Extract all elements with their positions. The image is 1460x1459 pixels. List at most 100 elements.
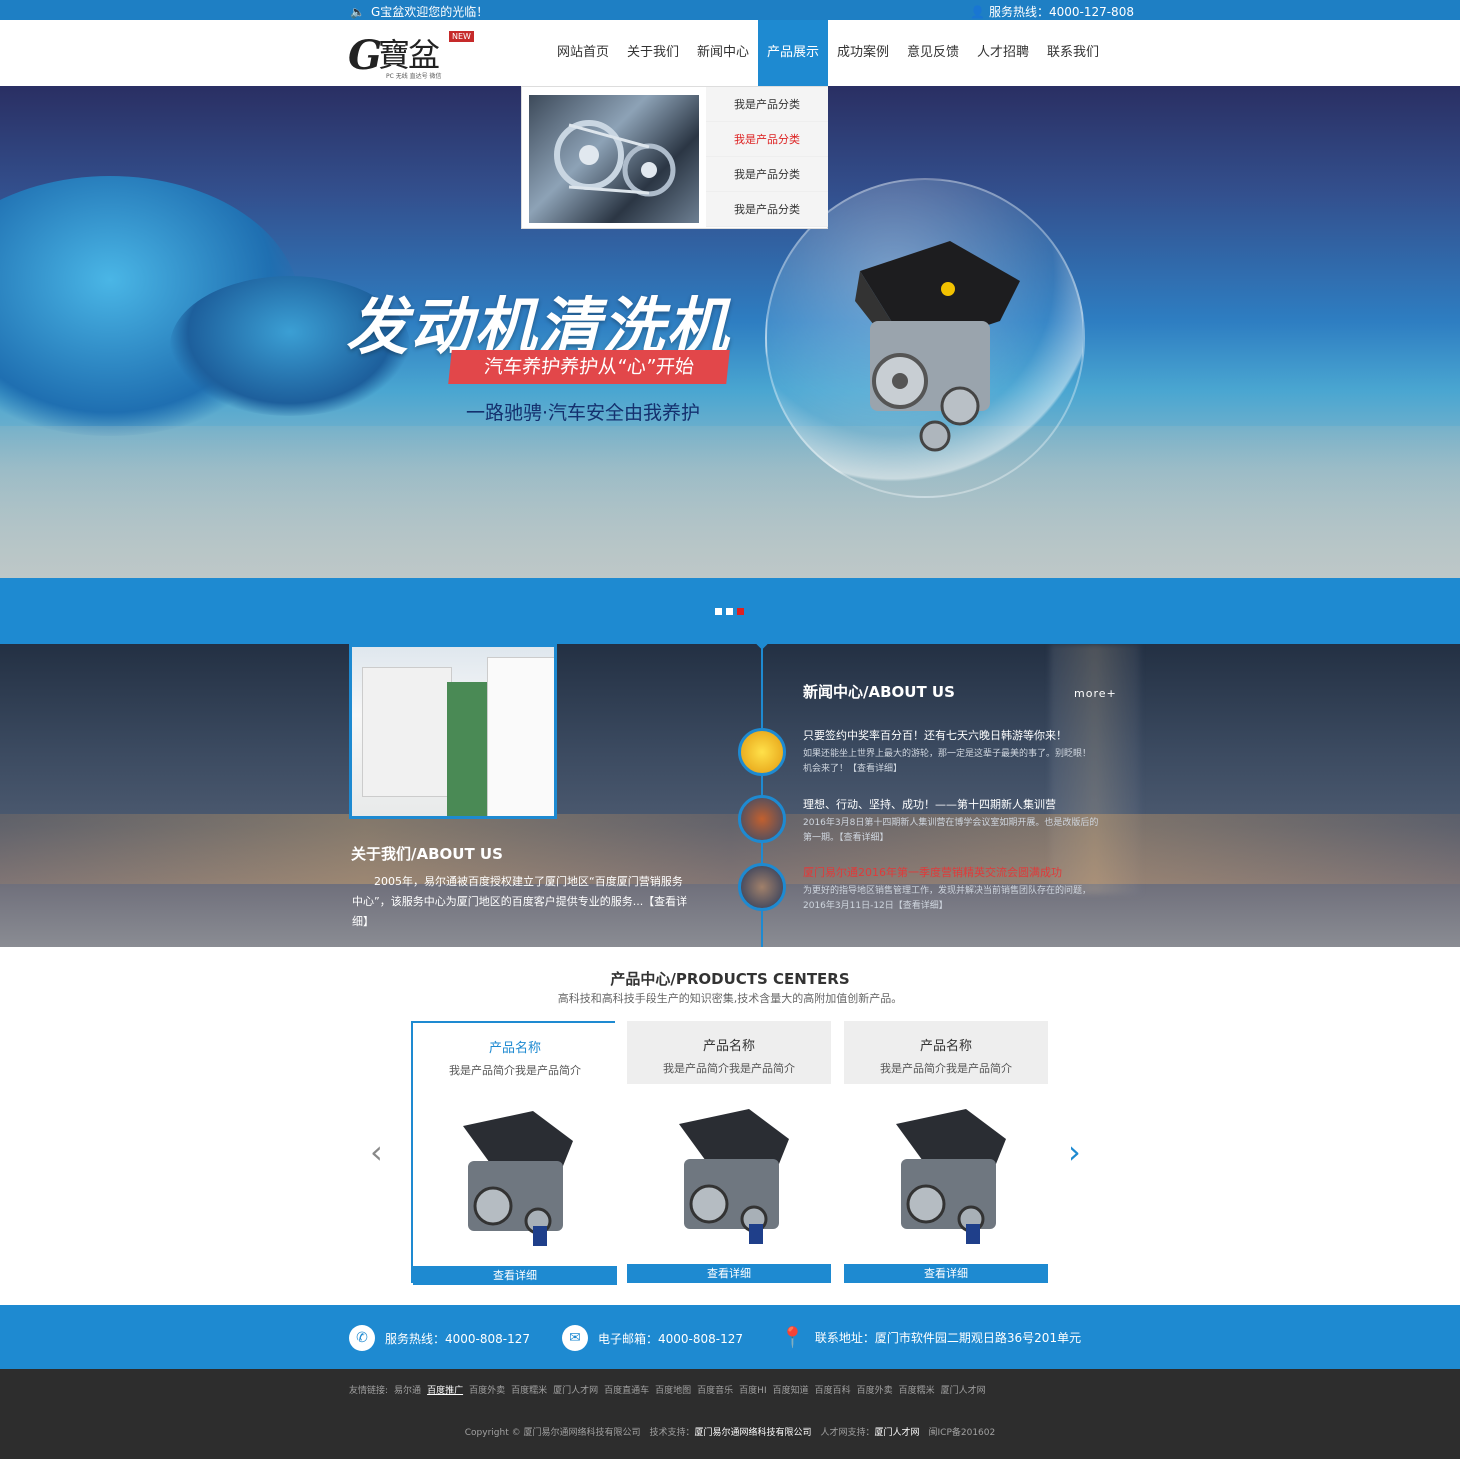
dropdown-list: 我是产品分类 我是产品分类 我是产品分类 我是产品分类	[706, 87, 828, 227]
view-detail-button[interactable]: 查看详细	[413, 1266, 617, 1285]
hotline-text: 服务热线：4000-127-808	[988, 5, 1134, 19]
user-icon: 👤	[970, 4, 985, 19]
product-card[interactable]: 产品名称 我是产品简介我是产品简介 查看详细	[844, 1021, 1048, 1283]
friend-link[interactable]: 百度外卖	[469, 1383, 505, 1396]
friend-link[interactable]: 百度推广	[427, 1383, 463, 1396]
icp-text: 闽ICP备201602	[919, 1428, 996, 1438]
contact-phone-text: 服务热线：4000-808-127	[385, 1331, 531, 1346]
news-item-title[interactable]: 只要签约中奖率百分百！还有七天六晚日韩游等你来！	[803, 727, 1067, 743]
slider-dot[interactable]	[726, 608, 733, 615]
friend-link[interactable]: 百度糯米	[511, 1383, 547, 1396]
top-bar: 🔈 G宝盆欢迎您的光临！ 👤 服务热线：4000-127-808	[0, 0, 1460, 20]
friend-link[interactable]: 厦门人才网	[941, 1383, 986, 1396]
city-lights-decoration	[0, 814, 1460, 884]
friend-links: 友情链接: 易尔通 百度推广 百度外卖 百度糯米 厦门人才网 百度直通车 百度地…	[349, 1383, 986, 1396]
product-card[interactable]: 产品名称 我是产品简介我是产品简介 查看详细	[627, 1021, 831, 1283]
engine-image	[855, 241, 1020, 452]
about-title: 关于我们/ABOUT US	[351, 845, 503, 863]
dropdown-engine-image	[529, 95, 699, 223]
about-building-image[interactable]	[349, 644, 557, 819]
hotline-area: 👤 服务热线：4000-127-808	[970, 3, 1134, 20]
chevron-right-icon[interactable]: ›	[1068, 1136, 1081, 1168]
engine-icon	[679, 1109, 789, 1244]
dropdown-item[interactable]: 我是产品分类	[706, 87, 828, 122]
building-block	[487, 657, 554, 816]
banner-ribbon: 汽车养护养护从“心”开始	[448, 350, 730, 384]
friend-link[interactable]: 百度音乐	[697, 1383, 733, 1396]
chevron-left-icon[interactable]: ‹	[370, 1136, 383, 1168]
news-thumb[interactable]	[738, 728, 786, 776]
talent-link[interactable]: 厦门人才网	[874, 1428, 919, 1438]
building-block	[362, 667, 452, 797]
news-item-desc: 2016年3月8日第十四期新人集训营在博学会议室如期开展。也是改版后的第一期。【…	[803, 818, 1099, 843]
copyright-mid: 人才网支持：	[811, 1428, 875, 1438]
nav-news[interactable]: 新闻中心	[688, 20, 758, 86]
contact-email-text: 电子邮箱：4000-808-127	[598, 1331, 744, 1346]
friend-links-label: 友情链接:	[349, 1386, 389, 1396]
phone-icon: ✆	[349, 1325, 375, 1351]
dropdown-item[interactable]: 我是产品分类	[706, 122, 828, 157]
nav-contact[interactable]: 联系我们	[1038, 20, 1108, 86]
friend-link[interactable]: 百度直通车	[604, 1383, 649, 1396]
logo-subtitle: PC 无线 直达号 微信	[386, 73, 442, 80]
product-image[interactable]	[627, 1084, 831, 1264]
banner-slogan: 一路驰骋·汽车安全由我养护	[466, 402, 701, 424]
location-pin-icon: 📍	[780, 1325, 805, 1349]
contact-email: ✉ 电子邮箱：4000-808-127	[562, 1325, 743, 1351]
slider-indicator-bar	[0, 578, 1460, 644]
product-image[interactable]	[844, 1084, 1048, 1264]
contact-phone: ✆ 服务热线：4000-808-127	[349, 1325, 530, 1351]
product-card-head: 产品名称 我是产品简介我是产品简介	[627, 1021, 831, 1084]
about-text[interactable]: 2005年，易尔通被百度授权建立了厦门地区“百度厦门营销服务中心”，该服务中心为…	[352, 872, 692, 932]
nav-home[interactable]: 网站首页	[548, 20, 618, 86]
nav-jobs[interactable]: 人才招聘	[968, 20, 1038, 86]
nav-about[interactable]: 关于我们	[618, 20, 688, 86]
product-image[interactable]	[413, 1086, 617, 1266]
engine-icon	[463, 1111, 573, 1246]
dropdown-item[interactable]: 我是产品分类	[706, 157, 828, 192]
slider-dot[interactable]	[715, 608, 722, 615]
view-detail-button[interactable]: 查看详细	[844, 1264, 1048, 1283]
friend-link[interactable]: 易尔通	[394, 1383, 421, 1396]
products-dropdown: 我是产品分类 我是产品分类 我是产品分类 我是产品分类	[521, 86, 828, 229]
site-logo[interactable]: G 寶盆 NEW PC 无线 直达号 微信	[348, 28, 476, 80]
news-title: 新闻中心/ABOUT US	[803, 683, 955, 701]
news-thumb[interactable]	[738, 863, 786, 911]
copyright-prefix: Copyright © 厦门易尔通网络科技有限公司 技术支持：	[464, 1428, 695, 1438]
tech-support-link[interactable]: 厦门易尔通网络科技有限公司	[694, 1428, 811, 1438]
friend-link[interactable]: 百度知道	[773, 1383, 809, 1396]
products-subtitle: 高科技和高科技手段生产的知识密集,技术含量大的高附加值创新产品。	[557, 992, 903, 1005]
building-glass	[447, 682, 487, 816]
friend-link[interactable]: 百度百科	[815, 1383, 851, 1396]
news-item-desc: 如果还能坐上世界上最大的游轮，那一定是这辈子最美的事了。别眨眼！机会来了！【查看…	[803, 749, 1092, 774]
about-news-section: 关于我们/ABOUT US 2005年，易尔通被百度授权建立了厦门地区“百度厦门…	[0, 644, 1460, 947]
welcome-area: 🔈 G宝盆欢迎您的光临！	[350, 3, 488, 20]
news-thumb[interactable]	[738, 795, 786, 843]
logo-name: 寶盆	[378, 36, 440, 74]
nav-feedback[interactable]: 意见反馈	[898, 20, 968, 86]
view-detail-button[interactable]: 查看详细	[627, 1264, 831, 1283]
timeline-marker	[756, 644, 768, 650]
nav-products[interactable]: 产品展示	[758, 20, 828, 86]
news-item-title[interactable]: 厦门易尔通2016年第一季度营销精英交流会圆满成功	[803, 864, 1062, 880]
friend-link[interactable]: 百度糯米	[899, 1383, 935, 1396]
friend-link[interactable]: 百度外卖	[857, 1383, 893, 1396]
friend-link[interactable]: 厦门人才网	[553, 1383, 598, 1396]
slider-dot-active[interactable]	[737, 608, 744, 615]
news-more-link[interactable]: more+	[1074, 687, 1117, 700]
speaker-icon: 🔈	[350, 4, 365, 19]
product-card[interactable]: 产品名称 我是产品简介我是产品简介 查看详细	[411, 1021, 617, 1285]
welcome-text: G宝盆欢迎您的光临！	[370, 5, 489, 19]
friend-link[interactable]: 百度HI	[739, 1383, 766, 1396]
product-name: 产品名称	[919, 1039, 972, 1054]
dropdown-item[interactable]: 我是产品分类	[706, 192, 828, 227]
product-desc: 我是产品简介我是产品简介	[449, 1064, 581, 1077]
product-desc: 我是产品简介我是产品简介	[663, 1062, 795, 1075]
gear-chain-icon	[554, 120, 676, 197]
product-desc: 我是产品简介我是产品简介	[880, 1062, 1012, 1075]
copyright: Copyright © 厦门易尔通网络科技有限公司 技术支持：厦门易尔通网络科技…	[0, 1425, 1460, 1438]
mail-icon: ✉	[562, 1325, 588, 1351]
friend-link[interactable]: 百度地图	[655, 1383, 691, 1396]
news-item-title[interactable]: 理想、行动、坚持、成功！——第十四期新人集训营	[803, 796, 1056, 812]
nav-cases[interactable]: 成功案例	[828, 20, 898, 86]
